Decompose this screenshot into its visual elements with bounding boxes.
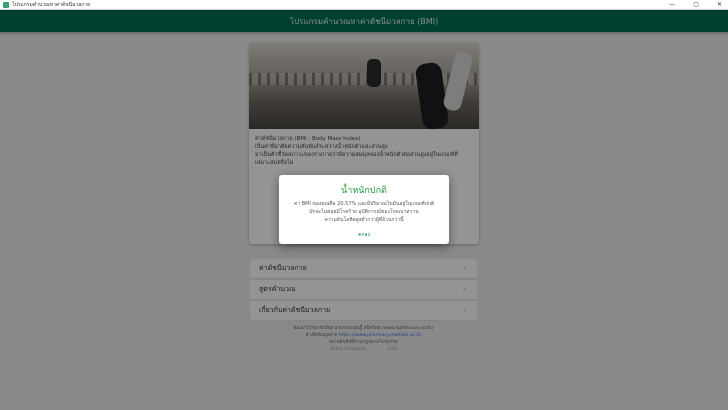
- maximize-icon[interactable]: ▢: [693, 1, 699, 8]
- window-title: โปรแกรมคำนวณหาค่าดัชนีมวลกาย: [12, 1, 91, 8]
- window-controls: — ▢ ✕: [669, 0, 722, 9]
- dialog-title: น้ำหนักปกติ: [341, 186, 387, 196]
- app-icon: [3, 1, 9, 8]
- dialog-message: ค่า BMI ของคุณคือ 20.57% และมีปริมาณไขมั…: [293, 201, 435, 223]
- close-icon[interactable]: ✕: [717, 1, 722, 8]
- result-dialog: น้ำหนักปกติ ค่า BMI ของคุณคือ 20.57% และ…: [279, 175, 449, 244]
- ok-button[interactable]: ตกลง: [349, 230, 379, 240]
- window-titlebar: โปรแกรมคำนวณหาค่าดัชนีมวลกาย — ▢ ✕: [0, 0, 728, 10]
- minimize-icon[interactable]: —: [669, 1, 675, 8]
